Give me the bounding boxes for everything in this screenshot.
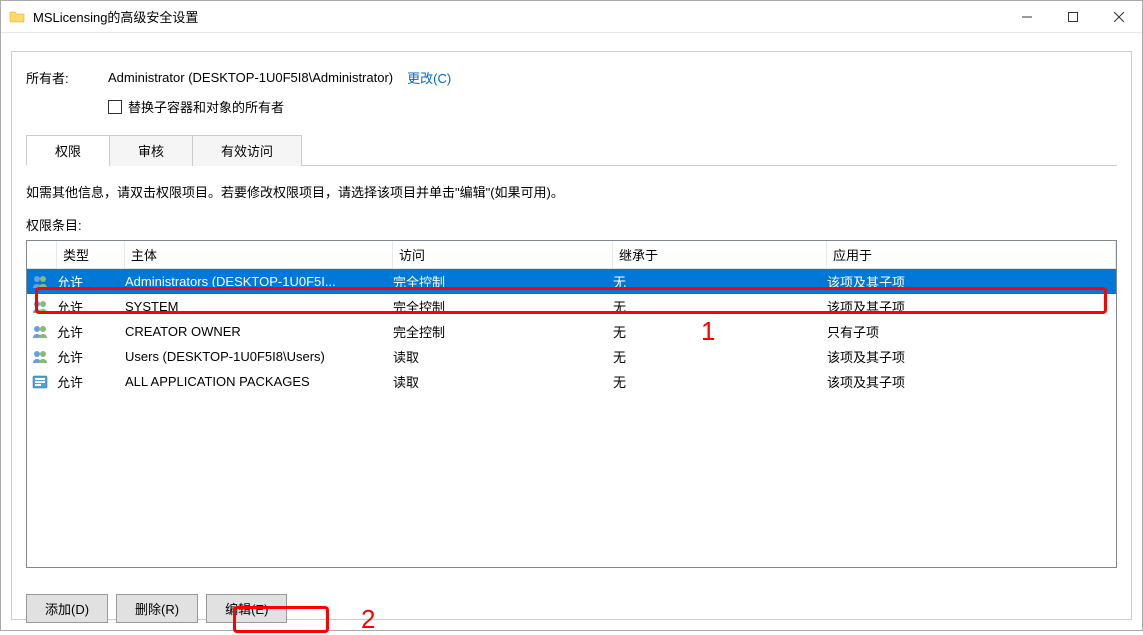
folder-icon xyxy=(9,9,25,25)
table-row[interactable]: 允许Users (DESKTOP-1U0F5I8\Users)读取无该项及其子项 xyxy=(27,344,1116,369)
annotation-number-1: 1 xyxy=(701,316,715,347)
cell-applies: 该项及其子项 xyxy=(821,297,1116,316)
cell-access: 完全控制 xyxy=(387,322,607,341)
cell-type: 允许 xyxy=(51,297,119,316)
cell-type: 允许 xyxy=(51,372,119,391)
tab-effective-access[interactable]: 有效访问 xyxy=(192,135,302,166)
cell-principal: SYSTEM xyxy=(119,299,387,314)
cell-inherited: 无 xyxy=(607,297,821,316)
cell-applies: 该项及其子项 xyxy=(821,347,1116,366)
col-inherited[interactable]: 继承于 xyxy=(613,241,827,268)
cell-access: 读取 xyxy=(387,372,607,391)
cell-inherited: 无 xyxy=(607,372,821,391)
cell-principal: Administrators (DESKTOP-1U0F5I... xyxy=(119,274,387,289)
window-title: MSLicensing的高级安全设置 xyxy=(33,7,1004,26)
list-header: 类型 主体 访问 继承于 应用于 xyxy=(27,241,1116,269)
tabs: 权限 审核 有效访问 xyxy=(26,134,1117,166)
table-row[interactable]: 允许Administrators (DESKTOP-1U0F5I...完全控制无… xyxy=(27,269,1116,294)
cell-inherited: 无 xyxy=(607,347,821,366)
cell-applies: 该项及其子项 xyxy=(821,372,1116,391)
window-controls xyxy=(1004,1,1142,32)
principal-icon xyxy=(29,299,51,315)
owner-value: Administrator (DESKTOP-1U0F5I8\Administr… xyxy=(108,70,393,85)
col-access[interactable]: 访问 xyxy=(393,241,613,268)
table-row[interactable]: 允许ALL APPLICATION PACKAGES读取无该项及其子项 xyxy=(27,369,1116,394)
titlebar: MSLicensing的高级安全设置 xyxy=(1,1,1142,33)
cell-principal: Users (DESKTOP-1U0F5I8\Users) xyxy=(119,349,387,364)
maximize-button[interactable] xyxy=(1050,1,1096,32)
remove-button[interactable]: 删除(R) xyxy=(116,594,198,623)
entries-label: 权限条目: xyxy=(26,215,1117,234)
cell-access: 完全控制 xyxy=(387,297,607,316)
table-row[interactable]: 允许CREATOR OWNER完全控制无只有子项 xyxy=(27,319,1116,344)
annotation-number-2: 2 xyxy=(361,604,375,635)
cell-access: 读取 xyxy=(387,347,607,366)
content-pane: 所有者: Administrator (DESKTOP-1U0F5I8\Admi… xyxy=(11,51,1132,620)
cell-type: 允许 xyxy=(51,347,119,366)
edit-button[interactable]: 编辑(E) xyxy=(206,594,287,623)
cell-inherited: 无 xyxy=(607,272,821,291)
change-owner-link[interactable]: 更改(C) xyxy=(407,68,451,87)
col-type[interactable]: 类型 xyxy=(57,241,125,268)
instructions-text: 如需其他信息，请双击权限项目。若要修改权限项目，请选择该项目并单击"编辑"(如果… xyxy=(26,182,1117,201)
principal-icon xyxy=(29,349,51,365)
cell-type: 允许 xyxy=(51,272,119,291)
replace-owner-label: 替换子容器和对象的所有者 xyxy=(128,97,284,116)
principal-icon xyxy=(29,374,51,390)
cell-applies: 该项及其子项 xyxy=(821,272,1116,291)
cell-principal: CREATOR OWNER xyxy=(119,324,387,339)
replace-owner-checkbox[interactable] xyxy=(108,100,122,114)
table-row[interactable]: 允许SYSTEM完全控制无该项及其子项 xyxy=(27,294,1116,319)
cell-principal: ALL APPLICATION PACKAGES xyxy=(119,374,387,389)
col-principal[interactable]: 主体 xyxy=(125,241,393,268)
close-button[interactable] xyxy=(1096,1,1142,32)
tab-auditing[interactable]: 审核 xyxy=(109,135,193,166)
col-icon-spacer xyxy=(27,241,57,268)
tab-permissions[interactable]: 权限 xyxy=(26,135,110,166)
cell-access: 完全控制 xyxy=(387,272,607,291)
add-button[interactable]: 添加(D) xyxy=(26,594,108,623)
owner-label: 所有者: xyxy=(26,68,108,87)
minimize-button[interactable] xyxy=(1004,1,1050,32)
permission-entries-list: 类型 主体 访问 继承于 应用于 允许Administrators (DESKT… xyxy=(26,240,1117,568)
col-applies[interactable]: 应用于 xyxy=(827,241,1116,268)
advanced-security-window: MSLicensing的高级安全设置 所有者: Administrator (D… xyxy=(0,0,1143,631)
list-body: 允许Administrators (DESKTOP-1U0F5I...完全控制无… xyxy=(27,269,1116,394)
cell-applies: 只有子项 xyxy=(821,322,1116,341)
cell-type: 允许 xyxy=(51,322,119,341)
principal-icon xyxy=(29,274,51,290)
principal-icon xyxy=(29,324,51,340)
